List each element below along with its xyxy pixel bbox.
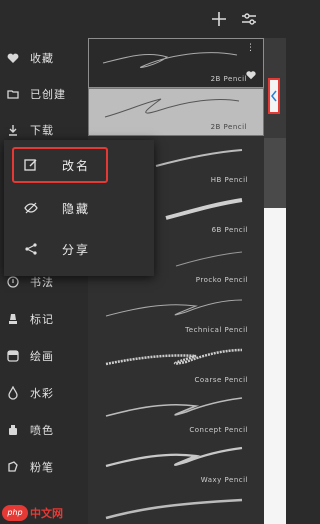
eye-off-icon bbox=[24, 202, 38, 214]
brush-stroke-preview bbox=[105, 299, 243, 317]
plus-icon[interactable] bbox=[208, 8, 230, 30]
brush-name: Coarse Pencil bbox=[194, 376, 248, 384]
brush-name: 2B Pencil bbox=[210, 123, 247, 131]
sidebar-item-painting[interactable]: 绘画 bbox=[0, 341, 88, 371]
menu-item-hide[interactable]: 隐藏 bbox=[4, 187, 154, 229]
category-sidebar: 收藏 已创建 下载 书法 标记 绘画 水彩 喷色 粉笔 bbox=[0, 38, 88, 524]
download-icon bbox=[9, 125, 17, 136]
folder-icon bbox=[7, 90, 19, 99]
brush-card[interactable] bbox=[88, 488, 264, 524]
chalk-icon bbox=[8, 461, 18, 472]
sidebar-item-label: 已创建 bbox=[30, 88, 66, 101]
share-icon bbox=[25, 243, 37, 255]
sidebar-item-favorites[interactable]: 收藏 bbox=[0, 43, 88, 73]
brush-name: Technical Pencil bbox=[185, 326, 248, 334]
watermark-text: 中文网 bbox=[30, 507, 63, 520]
airbrush-icon bbox=[9, 425, 17, 435]
sidebar-item-created[interactable]: 已创建 bbox=[0, 79, 88, 109]
brush-name: 2B Pencil bbox=[210, 75, 247, 83]
sidebar-item-watercolor[interactable]: 水彩 bbox=[0, 378, 88, 408]
sidebar-item-label: 绘画 bbox=[30, 350, 54, 363]
menu-item-share[interactable]: 分享 bbox=[4, 228, 154, 270]
watermark: php 中文网 bbox=[0, 502, 90, 524]
heart-icon bbox=[7, 53, 19, 63]
watermark-badge: php bbox=[2, 505, 28, 521]
sidebar-item-label: 书法 bbox=[30, 276, 54, 289]
sidebar-item-label: 粉笔 bbox=[30, 461, 54, 474]
sidebar-item-chalk[interactable]: 粉笔 bbox=[0, 452, 88, 482]
sliders-icon[interactable] bbox=[238, 8, 260, 30]
brush-card[interactable]: ⋮ 2B Pencil bbox=[88, 38, 264, 88]
brush-stroke-preview bbox=[102, 52, 238, 68]
brush-name: Waxy Pencil bbox=[200, 476, 248, 484]
menu-item-label: 分享 bbox=[62, 243, 91, 257]
brush-name: HB Pencil bbox=[210, 176, 248, 184]
brush-list: ⋮ 2B Pencil 2B Pencil HB Pencil 6B Penci… bbox=[88, 38, 264, 524]
brush-name: 6B Pencil bbox=[211, 226, 248, 234]
brush-card[interactable]: Coarse Pencil bbox=[88, 338, 264, 388]
brush-card[interactable]: Concept Pencil bbox=[88, 388, 264, 438]
brush-stroke-preview bbox=[105, 397, 243, 417]
brush-stroke-preview bbox=[105, 348, 243, 366]
sidebar-item-label: 喷色 bbox=[30, 424, 54, 437]
top-bar bbox=[0, 0, 286, 38]
brush-stroke-preview bbox=[104, 98, 240, 118]
sidebar-item-label: 水彩 bbox=[30, 387, 54, 400]
highlight-box bbox=[12, 147, 108, 183]
sidebar-item-label: 收藏 bbox=[30, 52, 54, 65]
brush-card[interactable]: Waxy Pencil bbox=[88, 438, 264, 488]
brush-card-selected[interactable]: 2B Pencil bbox=[88, 88, 264, 136]
brush-card[interactable]: Technical Pencil bbox=[88, 288, 264, 338]
brush-stroke-preview bbox=[105, 446, 243, 468]
brush-name: Concept Pencil bbox=[189, 426, 248, 434]
paint-icon bbox=[7, 350, 19, 362]
sidebar-item-label: 下载 bbox=[30, 124, 54, 137]
sidebar-item-airbrush[interactable]: 喷色 bbox=[0, 415, 88, 445]
marker-icon bbox=[9, 314, 17, 324]
sidebar-item-label: 标记 bbox=[30, 313, 54, 326]
highlight-box bbox=[268, 78, 280, 114]
pen-nib-icon bbox=[7, 276, 19, 288]
brush-name: Procko Pencil bbox=[195, 276, 248, 284]
menu-item-label: 隐藏 bbox=[62, 202, 91, 216]
drop-icon bbox=[8, 386, 18, 400]
chevron-icon[interactable] bbox=[270, 90, 278, 102]
more-icon[interactable]: ⋮ bbox=[246, 43, 255, 53]
sidebar-item-marker[interactable]: 标记 bbox=[0, 304, 88, 334]
brush-stroke-preview bbox=[105, 498, 243, 520]
